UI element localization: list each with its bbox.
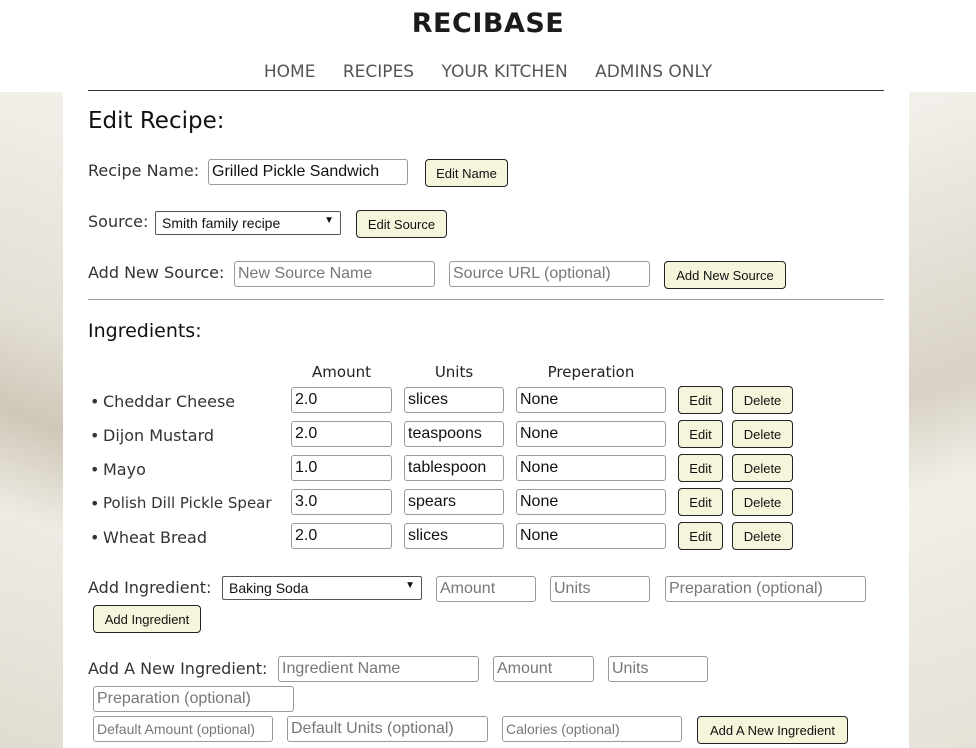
nav-your-kitchen[interactable]: YOUR KITCHEN: [442, 62, 568, 82]
ingredient-prep-input[interactable]: [516, 489, 666, 515]
ingredients-heading: Ingredients:: [88, 320, 202, 342]
ingredient-units-input[interactable]: [404, 489, 504, 515]
caret-down-icon: ▼: [324, 215, 334, 226]
ingredient-selected-value: Baking Soda: [229, 580, 309, 596]
bullet-icon: •: [90, 392, 100, 411]
delete-ingredient-button[interactable]: Delete: [732, 420, 793, 448]
ingredient-prep-input[interactable]: [516, 387, 666, 413]
ingredient-units-input[interactable]: [404, 523, 504, 549]
background-image-right: [909, 92, 976, 748]
bullet-icon: •: [90, 494, 100, 513]
ingredient-prep-input[interactable]: [516, 421, 666, 447]
edit-ingredient-button[interactable]: Edit: [678, 386, 723, 414]
ingredient-name: Cheddar Cheese: [103, 392, 236, 411]
recipe-name-input[interactable]: [208, 159, 408, 185]
add-ingredient-label: Add Ingredient:: [88, 578, 212, 597]
ingredient-amount-input[interactable]: [291, 421, 392, 447]
ingredient-select[interactable]: Baking Soda ▼: [222, 576, 422, 600]
new-ingredient-units-input[interactable]: [608, 656, 708, 682]
new-ingredient-name-input[interactable]: [278, 656, 479, 682]
ingredient-name: Mayo: [103, 460, 146, 479]
delete-ingredient-button[interactable]: Delete: [732, 386, 793, 414]
delete-ingredient-button[interactable]: Delete: [732, 454, 793, 482]
page-title: Edit Recipe:: [88, 108, 225, 134]
section-divider: [88, 299, 884, 300]
column-header-units: Units: [434, 363, 474, 381]
new-source-name-input[interactable]: [234, 261, 435, 287]
ingredient-units-input[interactable]: [404, 455, 504, 481]
nav-recipes[interactable]: RECIPES: [343, 62, 414, 82]
delete-ingredient-button[interactable]: Delete: [732, 488, 793, 516]
add-ingredient-units-input[interactable]: [550, 576, 650, 602]
edit-ingredient-button[interactable]: Edit: [678, 522, 723, 550]
edit-ingredient-button[interactable]: Edit: [678, 420, 723, 448]
add-ingredient-amount-input[interactable]: [436, 576, 536, 602]
source-url-input[interactable]: [449, 261, 650, 287]
nav-divider: [88, 90, 884, 91]
add-new-source-button[interactable]: Add New Source: [664, 261, 786, 289]
add-ingredient-button[interactable]: Add Ingredient: [93, 605, 201, 633]
delete-ingredient-button[interactable]: Delete: [732, 522, 793, 550]
site-header: RECIBASE HOME RECIPES YOUR KITCHEN ADMIN…: [0, 0, 976, 92]
bullet-icon: •: [90, 426, 100, 445]
default-units-input[interactable]: [287, 716, 488, 742]
ingredient-amount-input[interactable]: [291, 523, 392, 549]
edit-ingredient-button[interactable]: Edit: [678, 488, 723, 516]
ingredient-units-input[interactable]: [404, 387, 504, 413]
new-ingredient-amount-input[interactable]: [493, 656, 594, 682]
default-amount-input[interactable]: [93, 716, 273, 742]
new-ingredient-prep-input[interactable]: [93, 686, 294, 712]
ingredient-prep-input[interactable]: [516, 523, 666, 549]
site-title: RECIBASE: [411, 8, 565, 39]
background-image-left: [0, 92, 63, 748]
recipe-name-label: Recipe Name:: [88, 161, 200, 180]
caret-down-icon: ▼: [405, 580, 415, 591]
ingredient-amount-input[interactable]: [291, 455, 392, 481]
column-header-amount: Amount: [312, 363, 371, 381]
add-new-source-label: Add New Source:: [88, 263, 225, 282]
column-header-preparation: Preperation: [547, 363, 635, 381]
edit-source-button[interactable]: Edit Source: [356, 210, 447, 238]
ingredient-amount-input[interactable]: [291, 387, 392, 413]
nav-admins-only[interactable]: ADMINS ONLY: [595, 62, 712, 82]
edit-name-button[interactable]: Edit Name: [425, 159, 508, 187]
source-select[interactable]: Smith family recipe ▼: [155, 211, 341, 235]
nav-home[interactable]: HOME: [264, 62, 316, 82]
source-label: Source:: [88, 212, 149, 231]
source-selected-value: Smith family recipe: [162, 215, 281, 231]
calories-input[interactable]: [502, 716, 682, 742]
ingredient-units-input[interactable]: [404, 421, 504, 447]
add-new-ingredient-button[interactable]: Add A New Ingredient: [697, 716, 848, 744]
add-new-ingredient-label: Add A New Ingredient:: [88, 659, 268, 678]
bullet-icon: •: [90, 460, 100, 479]
ingredient-prep-input[interactable]: [516, 455, 666, 481]
ingredient-name: Polish Dill Pickle Spear: [103, 494, 272, 512]
ingredient-name: Dijon Mustard: [103, 426, 215, 445]
add-ingredient-prep-input[interactable]: [665, 576, 866, 602]
ingredient-name: Wheat Bread: [103, 528, 207, 547]
ingredient-amount-input[interactable]: [291, 489, 392, 515]
edit-ingredient-button[interactable]: Edit: [678, 454, 723, 482]
bullet-icon: •: [90, 528, 100, 547]
main-nav: HOME RECIPES YOUR KITCHEN ADMINS ONLY: [0, 62, 976, 82]
